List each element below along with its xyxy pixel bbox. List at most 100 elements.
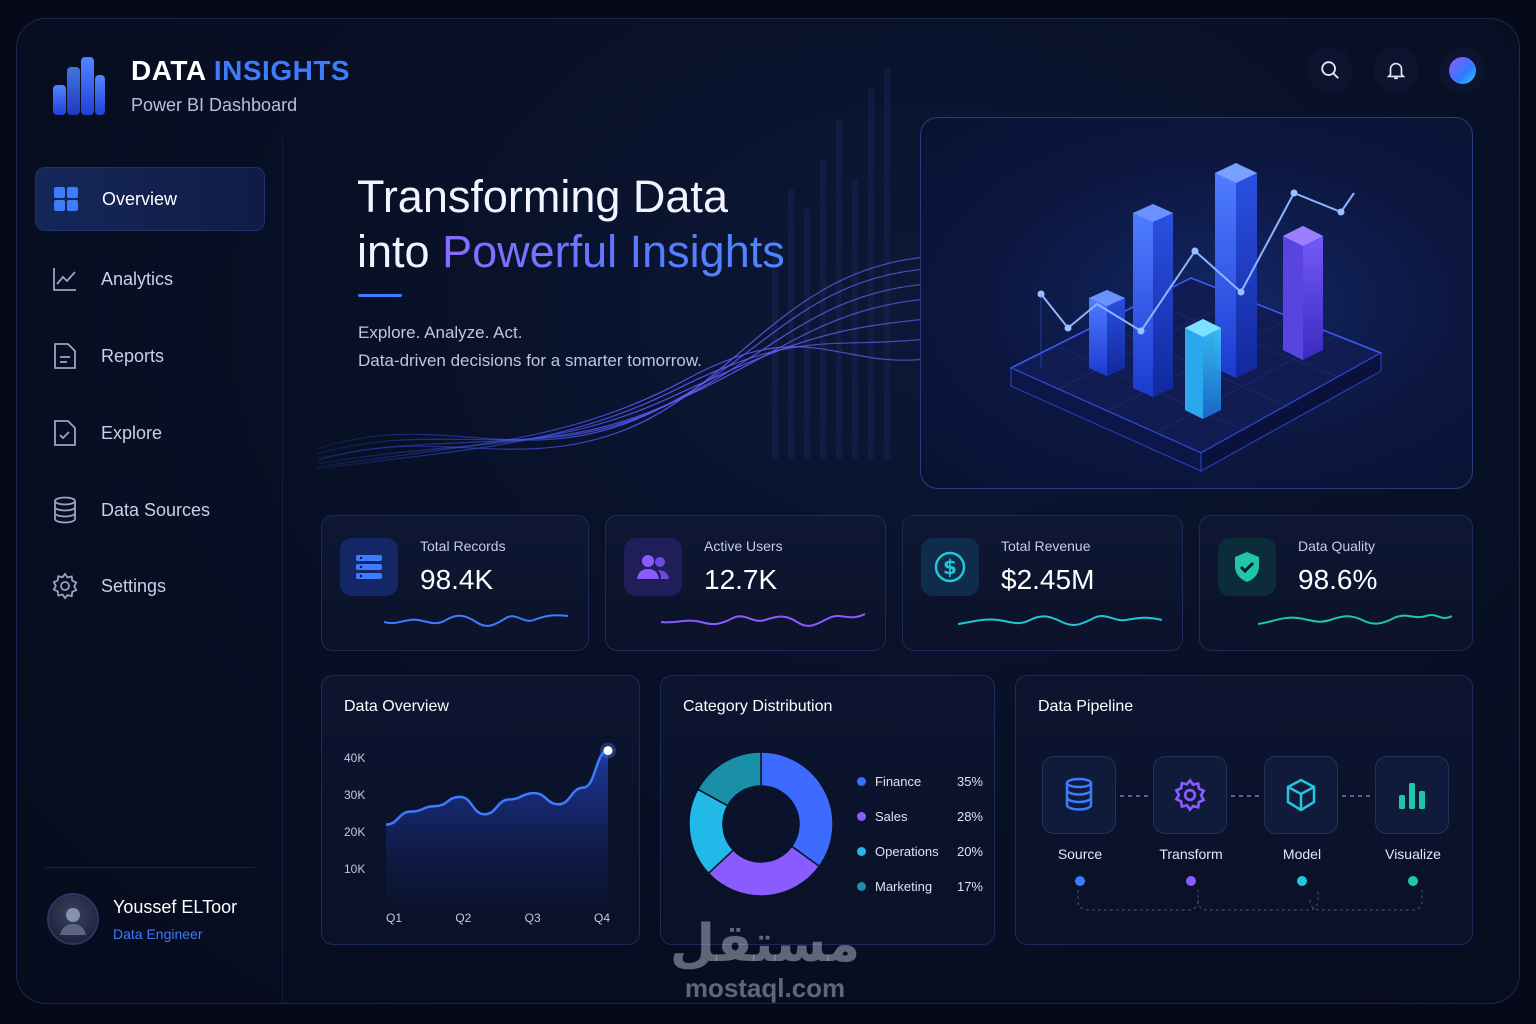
search-icon [1321, 61, 1339, 79]
legend-item: Sales 28% [857, 799, 983, 834]
brand-logo-icon [53, 56, 105, 115]
sidebar-item-explore[interactable]: Explore [35, 401, 265, 465]
legend-label: Operations [875, 844, 939, 859]
data-overview-panel: Data Overview 40K 30K 20K 10K Q1 Q2 Q3 Q4 [321, 675, 640, 945]
user-profile[interactable]: Youssef ELToor Data Engineer [47, 893, 237, 945]
legend-label: Sales [875, 809, 908, 824]
stage-label: Visualize [1385, 846, 1441, 862]
category-donut-chart[interactable] [687, 750, 835, 898]
top-bar-actions [1307, 47, 1485, 93]
kpi-label: Total Revenue [1001, 538, 1091, 554]
stage-status-dot [1408, 876, 1418, 886]
hero-3d-chart-card [920, 117, 1473, 489]
sidebar: Overview Analytics Reports Explore Data … [17, 139, 283, 1003]
kpi-value: 98.6% [1298, 564, 1378, 595]
sparkline [958, 615, 1162, 626]
hero-headline: Transforming Data into Powerful Insights [357, 171, 785, 277]
cube-icon [1286, 778, 1316, 812]
bell-icon [1386, 62, 1406, 80]
kpi-label: Data Quality [1298, 538, 1376, 554]
profile-button[interactable] [1439, 47, 1485, 93]
sidebar-divider [45, 867, 255, 868]
kpi-value: 12.7K [704, 564, 778, 595]
user-name: Youssef ELToor [113, 896, 238, 917]
x-tick-label: Q4 [594, 911, 610, 925]
sidebar-item-label: Overview [102, 188, 178, 209]
legend-label: Finance [875, 774, 922, 789]
explore-icon [51, 419, 79, 447]
sidebar-item-settings[interactable]: Settings [35, 554, 265, 618]
user-role: Data Engineer [113, 925, 203, 942]
kpi-card-total-records[interactable]: Total Records 98.4K [321, 515, 589, 651]
endpoint-marker[interactable] [603, 746, 613, 756]
stage-box [1153, 756, 1227, 834]
stage-box [1264, 756, 1338, 834]
legend-item: Finance 35% [857, 764, 983, 799]
sidebar-item-overview[interactable]: Overview [35, 167, 265, 231]
kpi-card-active-users[interactable]: Active Users 12.7K [605, 515, 886, 651]
profile-avatar [1448, 56, 1476, 84]
y-tick-label: 40K [344, 751, 365, 765]
shield-check-icon [1218, 538, 1276, 596]
sidebar-item-data-sources[interactable]: Data Sources [35, 478, 265, 542]
legend-swatch [857, 882, 866, 891]
search-button[interactable] [1307, 47, 1353, 93]
isometric-bar-chart-illustration [1009, 163, 1383, 472]
sidebar-item-label: Data Sources [101, 499, 211, 520]
donut-slice-finance[interactable] [760, 751, 834, 868]
database-icon [51, 496, 79, 524]
legend-value: 17% [956, 879, 983, 894]
kpi-card-data-quality[interactable]: Data Quality 98.6% [1199, 515, 1473, 651]
gear-icon [51, 572, 79, 600]
pipeline-stage-model[interactable]: Model [1264, 756, 1340, 886]
sidebar-item-label: Settings [101, 575, 167, 596]
stage-status-dot [1186, 876, 1196, 886]
watermark: مستقل mostaql.com [660, 915, 870, 1003]
sidebar-item-label: Explore [101, 422, 163, 443]
line-chart-icon [51, 265, 79, 293]
legend-item: Operations 20% [857, 834, 983, 869]
legend-value: 28% [956, 809, 983, 824]
watermark-arabic: مستقل [669, 914, 861, 974]
pipeline-stage-transform[interactable]: Transform [1153, 756, 1229, 886]
sparkline [1258, 614, 1452, 625]
kpi-card-total-revenue[interactable]: $ Total Revenue $2.45M [902, 515, 1183, 651]
brand: DATA INSIGHTS Power BI Dashboard [53, 55, 350, 116]
sidebar-item-reports[interactable]: Reports [35, 324, 265, 388]
y-tick-label: 30K [344, 788, 365, 802]
legend-swatch [857, 777, 866, 786]
svg-text:$: $ [943, 555, 957, 579]
watermark-latin: mostaql.com [684, 973, 846, 1003]
users-icon [624, 538, 682, 596]
chart-legend: Finance 35% Sales 28% Operations 20% Mar… [857, 764, 983, 904]
category-distribution-panel: Category Distribution Finance 35% Sales … [660, 675, 995, 945]
data-overview-area-chart[interactable]: 40K 30K 20K 10K Q1 Q2 Q3 Q4 [322, 676, 641, 946]
pipeline-stage-source[interactable]: Source [1042, 756, 1118, 886]
legend-value: 20% [956, 844, 983, 859]
notifications-button[interactable] [1373, 47, 1419, 93]
sidebar-item-label: Reports [101, 345, 165, 366]
area-fill [386, 750, 608, 906]
dollar-icon: $ [921, 538, 979, 596]
bar-chart-icon [1399, 783, 1425, 809]
brand-subtitle: Power BI Dashboard [131, 95, 298, 115]
legend-item: Marketing 17% [857, 869, 983, 904]
sparkline [661, 613, 865, 627]
legend-swatch [857, 812, 866, 821]
stage-status-dot [1075, 876, 1085, 886]
legend-label: Marketing [875, 879, 933, 894]
sidebar-item-analytics[interactable]: Analytics [35, 247, 265, 311]
data-pipeline-panel: Data Pipeline Source Transform Model Vis… [1015, 675, 1473, 945]
x-tick-label: Q2 [455, 911, 471, 925]
stage-status-dot [1297, 876, 1307, 886]
database-icon [1065, 777, 1093, 811]
stage-box [1042, 756, 1116, 834]
legend-value: 35% [956, 774, 983, 789]
kpi-label: Active Users [704, 538, 783, 554]
user-silhouette-icon [60, 908, 86, 935]
hero-underline [358, 294, 402, 297]
pipeline-stage-visualize[interactable]: Visualize [1375, 756, 1451, 886]
sidebar-item-label: Analytics [101, 268, 174, 289]
legend-swatch [857, 847, 866, 856]
stage-label: Model [1282, 846, 1322, 862]
